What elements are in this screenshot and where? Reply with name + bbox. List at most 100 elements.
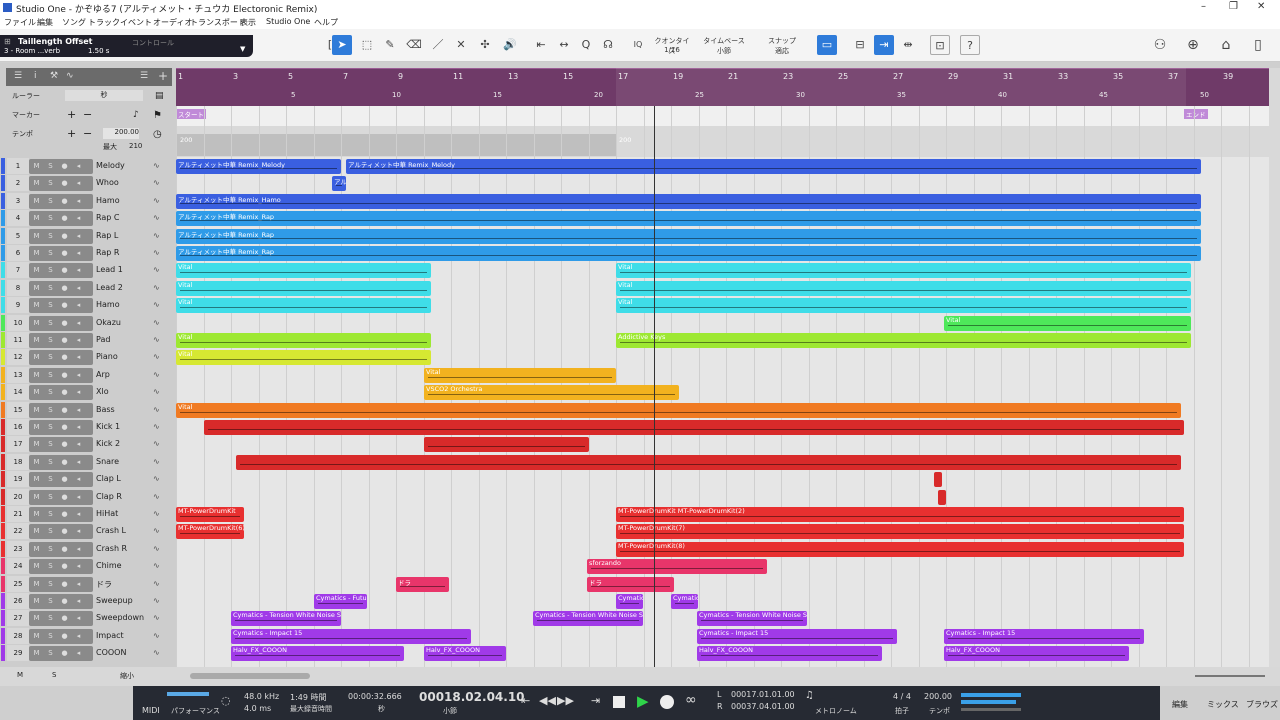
minimize-icon[interactable]: – bbox=[1201, 1, 1206, 12]
solo-button[interactable]: S bbox=[45, 422, 56, 433]
solo-button[interactable]: S bbox=[45, 526, 56, 537]
monitor-icon[interactable]: ◂ bbox=[73, 492, 84, 503]
track-row[interactable]: 3 M S ● ◂ Hamo ∿ bbox=[1, 193, 171, 210]
solo-button[interactable]: S bbox=[45, 474, 56, 485]
mute-button[interactable]: M bbox=[31, 265, 42, 276]
clip[interactable] bbox=[938, 490, 946, 505]
track-row[interactable]: 26 M S ● ◂ Sweepup ∿ bbox=[1, 593, 171, 610]
record-arm-icon[interactable]: ● bbox=[59, 405, 70, 416]
solo-button[interactable]: S bbox=[45, 631, 56, 642]
record-arm-icon[interactable]: ● bbox=[59, 387, 70, 398]
solo-button[interactable]: S bbox=[45, 161, 56, 172]
zoom-slider[interactable] bbox=[1195, 675, 1265, 677]
record-arm-icon[interactable]: ● bbox=[59, 422, 70, 433]
record-arm-icon[interactable]: ● bbox=[59, 370, 70, 381]
tempo-display[interactable]: 200.00 bbox=[924, 692, 952, 701]
mute-button[interactable]: M bbox=[31, 405, 42, 416]
record-arm-icon[interactable]: ● bbox=[59, 439, 70, 450]
monitor-icon[interactable]: ◂ bbox=[73, 526, 84, 537]
track-row[interactable]: 10 M S ● ◂ Okazu ∿ bbox=[1, 315, 171, 332]
record-arm-icon[interactable]: ● bbox=[59, 161, 70, 172]
solo-button[interactable]: S bbox=[45, 613, 56, 624]
solo-button[interactable]: S bbox=[45, 509, 56, 520]
record-arm-icon[interactable]: ● bbox=[59, 283, 70, 294]
solo-button[interactable]: S bbox=[45, 579, 56, 590]
track-name[interactable]: Snare bbox=[96, 457, 119, 466]
help-icon[interactable]: ? bbox=[960, 35, 980, 55]
horizontal-scrollbar[interactable] bbox=[190, 673, 310, 679]
track-name[interactable]: Okazu bbox=[96, 318, 121, 327]
clip[interactable]: MT-PowerDrumKit MT-PowerDrumKit(2) bbox=[616, 507, 1184, 522]
mute-tool-icon[interactable]: ✕ bbox=[451, 35, 471, 55]
track-name[interactable]: Xlo bbox=[96, 387, 109, 396]
monitor-icon[interactable]: ◂ bbox=[73, 352, 84, 363]
arrangement-area[interactable]: スタート エンド 200 200 アルティメット中華 Remix_Melody ア… bbox=[176, 106, 1269, 667]
arrow-tool-icon[interactable]: ➤ bbox=[332, 35, 352, 55]
menu-help[interactable]: ヘルプ bbox=[314, 17, 338, 28]
monitor-icon[interactable]: ◂ bbox=[73, 370, 84, 381]
record-arm-icon[interactable]: ● bbox=[59, 318, 70, 329]
menu-track[interactable]: トラック bbox=[88, 17, 120, 28]
track-row[interactable]: 24 M S ● ◂ Chime ∿ bbox=[1, 558, 171, 575]
clip[interactable]: アルティメット中華 Remix_Melody bbox=[346, 159, 1201, 174]
clip[interactable]: Vital bbox=[176, 350, 431, 365]
headphone-icon[interactable]: ☊ bbox=[598, 35, 618, 55]
clip[interactable]: Cymatics bbox=[616, 594, 643, 609]
mute-button[interactable]: M bbox=[31, 596, 42, 607]
clip[interactable]: Vital bbox=[616, 281, 1191, 296]
record-arm-icon[interactable]: ● bbox=[59, 231, 70, 242]
track-row[interactable]: 6 M S ● ◂ Rap R ∿ bbox=[1, 245, 171, 262]
monitor-icon[interactable]: ◂ bbox=[73, 248, 84, 259]
record-arm-icon[interactable]: ● bbox=[59, 248, 70, 259]
add-marker-icon[interactable]: + bbox=[67, 108, 76, 121]
time-signature[interactable]: 4 / 4 bbox=[893, 692, 911, 701]
snap-select[interactable]: 適応 bbox=[760, 46, 804, 56]
monitor-icon[interactable]: ◂ bbox=[73, 544, 84, 555]
track-name[interactable]: Crash R bbox=[96, 544, 127, 553]
track-name[interactable]: Impact bbox=[96, 631, 124, 640]
s-button[interactable]: S bbox=[52, 671, 56, 679]
ruler-unit-select[interactable]: 秒 bbox=[65, 90, 143, 101]
record-button[interactable] bbox=[660, 695, 674, 709]
inspector-dropdown-icon[interactable]: ▼ bbox=[240, 45, 245, 53]
solo-button[interactable]: S bbox=[45, 439, 56, 450]
solo-button[interactable]: S bbox=[45, 178, 56, 189]
track-row[interactable]: 11 M S ● ◂ Pad ∿ bbox=[1, 332, 171, 349]
video-icon[interactable]: ⊡ bbox=[930, 35, 950, 55]
info-icon[interactable]: i bbox=[34, 71, 37, 81]
maximize-icon[interactable]: ❐ bbox=[1229, 1, 1238, 12]
user-icon[interactable]: ⚇ bbox=[1150, 35, 1170, 55]
mute-button[interactable]: M bbox=[31, 422, 42, 433]
mute-button[interactable]: M bbox=[31, 283, 42, 294]
monitor-icon[interactable]: ◂ bbox=[73, 613, 84, 624]
track-name[interactable]: Rap C bbox=[96, 213, 120, 222]
solo-button[interactable]: S bbox=[45, 213, 56, 224]
track-name[interactable]: Clap R bbox=[96, 492, 122, 501]
monitor-icon[interactable]: ◂ bbox=[73, 596, 84, 607]
close-icon[interactable]: ✕ bbox=[1257, 1, 1265, 12]
eraser-tool-icon[interactable]: ⌫ bbox=[404, 35, 424, 55]
mute-button[interactable]: M bbox=[31, 613, 42, 624]
add-tempo-icon[interactable]: + bbox=[67, 127, 76, 140]
monitor-icon[interactable]: ◂ bbox=[73, 439, 84, 450]
record-arm-icon[interactable]: ● bbox=[59, 579, 70, 590]
clip[interactable]: Cymatics - Tension White Noise S bbox=[697, 611, 807, 626]
clip[interactable]: Vital bbox=[616, 298, 1191, 313]
loop-range[interactable] bbox=[616, 68, 1186, 106]
listen-tool-icon[interactable]: 🔊 bbox=[500, 35, 520, 55]
track-row[interactable]: 15 M S ● ◂ Bass ∿ bbox=[1, 402, 171, 419]
mix-panel-button[interactable]: ミックス bbox=[1207, 699, 1239, 710]
mute-button[interactable]: M bbox=[31, 439, 42, 450]
metronome-icon[interactable]: ♫ bbox=[805, 690, 814, 701]
track-row[interactable]: 28 M S ● ◂ Impact ∿ bbox=[1, 628, 171, 645]
menu-file[interactable]: ファイル bbox=[4, 17, 36, 28]
autoscroll-icon[interactable]: ⊟ bbox=[850, 35, 870, 55]
record-arm-icon[interactable]: ● bbox=[59, 561, 70, 572]
mute-button[interactable]: M bbox=[31, 492, 42, 503]
home-icon[interactable]: ⌂ bbox=[1216, 35, 1236, 55]
track-row[interactable]: 21 M S ● ◂ HiHat ∿ bbox=[1, 506, 171, 523]
track-name[interactable]: Kick 2 bbox=[96, 439, 120, 448]
menu-event[interactable]: イベント bbox=[120, 17, 152, 28]
nudge-left-icon[interactable]: ⇤ bbox=[531, 35, 551, 55]
loop-start[interactable]: 00017.01.01.00 bbox=[731, 690, 795, 699]
